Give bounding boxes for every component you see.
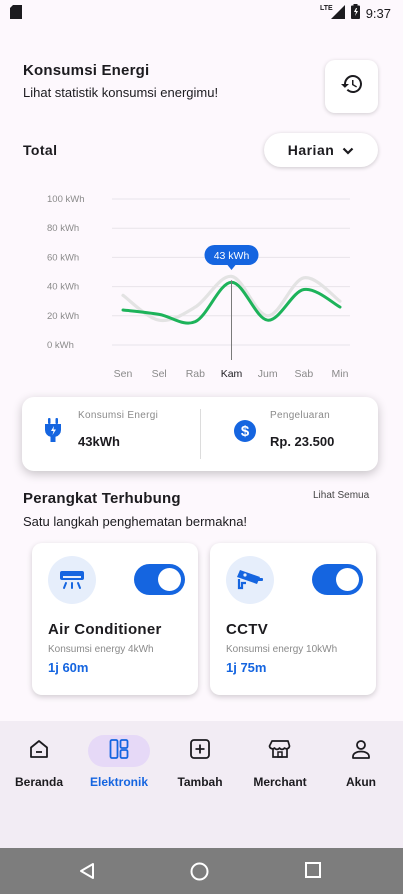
air-conditioner-icon [48,556,96,604]
y-tick-label: 100 kWh [47,194,85,205]
battery-icon [350,4,360,22]
device-name: CCTV [226,621,269,638]
home-icon [27,737,51,766]
device-toggle-air-conditioner[interactable] [134,564,185,595]
energy-value: 43kWh [78,434,120,449]
highlight-label: 43 kWh [214,250,250,262]
nav-item-elektronik[interactable]: Elektronik [83,735,155,789]
device-card-cctv[interactable]: CCTV Konsumsi energy 10kWh 1j 75m [210,543,376,695]
devices-grid-icon [107,737,131,766]
nav-item-akun[interactable]: Akun [325,735,397,789]
nav-label: Akun [346,775,376,789]
cctv-camera-icon [226,556,274,604]
x-tick-label: Sen [114,368,133,380]
energy-label: Konsumsi Energi [78,410,159,421]
sd-card-icon [10,5,22,24]
y-tick-label: 0 kWh [47,340,74,351]
x-tick-label: Sab [294,368,313,380]
page-subtitle: Lihat statistik konsumsi energimu! [23,85,219,100]
period-value: Harian [287,142,335,158]
x-tick-label: Kam [221,368,243,380]
devices-section-title: Perangkat Terhubung [23,490,181,507]
back-icon[interactable] [78,862,96,885]
period-dropdown[interactable]: Harian [264,133,378,167]
clock: 9:37 [365,5,391,21]
nav-item-tambah[interactable]: Tambah [164,735,236,789]
device-time: 1j 60m [48,660,89,675]
device-usage: Konsumsi energy 4kWh [48,644,154,655]
history-icon [340,72,364,101]
nav-label: Merchant [253,775,307,789]
status-bar: LTE 9:37 [0,0,403,26]
devices-section-subtitle: Satu langkah penghematan bermakna! [23,514,248,529]
cost-label: Pengeluaran [270,410,331,421]
device-usage: Konsumsi energy 10kWh [226,644,338,655]
home-button-icon[interactable] [190,862,209,886]
svg-text:$: $ [241,423,250,440]
summary-card: Konsumsi Energi 43kWh $ Pengeluaran Rp. … [22,397,378,471]
y-tick-label: 20 kWh [47,311,79,322]
bottom-navigation: Beranda Elektronik Tambah Merchant Akun [0,721,403,848]
nav-item-beranda[interactable]: Beranda [3,735,75,789]
total-label: Total [23,142,58,158]
see-all-link[interactable]: Lihat Semua [313,490,369,501]
device-name: Air Conditioner [48,621,162,638]
x-tick-label: Sel [152,368,167,380]
page-title: Konsumsi Energi [23,62,150,79]
history-button[interactable] [325,60,378,113]
chevron-down-icon [342,142,354,158]
add-box-icon [188,737,212,766]
x-tick-label: Rab [186,368,205,380]
x-tick-label: Jum [258,368,278,380]
summary-divider [200,409,201,459]
highlight-tooltip-pointer [227,265,236,270]
device-card-air-conditioner[interactable]: Air Conditioner Konsumsi energy 4kWh 1j … [32,543,198,695]
recents-icon[interactable] [305,862,321,883]
nav-label: Beranda [14,775,64,789]
nav-item-merchant[interactable]: Merchant [244,735,316,789]
store-icon [268,737,292,766]
energy-line-chart: 100 kWh 80 kWh 60 kWh 40 kWh 20 kWh 0 kWh 43 k… [47,194,350,380]
device-time: 1j 75m [226,660,267,675]
network-type-label: LTE [319,4,333,12]
nav-label: Tambah [177,775,223,789]
y-tick-label: 40 kWh [47,282,79,293]
dollar-icon: $ [234,420,256,447]
y-tick-label: 80 kWh [47,223,79,234]
nav-label: Elektronik [89,775,149,789]
x-tick-label: Min [332,368,349,380]
system-navigation-bar [0,848,403,894]
y-tick-label: 60 kWh [47,252,79,263]
plug-icon [44,418,64,447]
device-toggle-cctv[interactable] [312,564,363,595]
cost-value: Rp. 23.500 [270,434,335,449]
person-icon [349,737,373,766]
